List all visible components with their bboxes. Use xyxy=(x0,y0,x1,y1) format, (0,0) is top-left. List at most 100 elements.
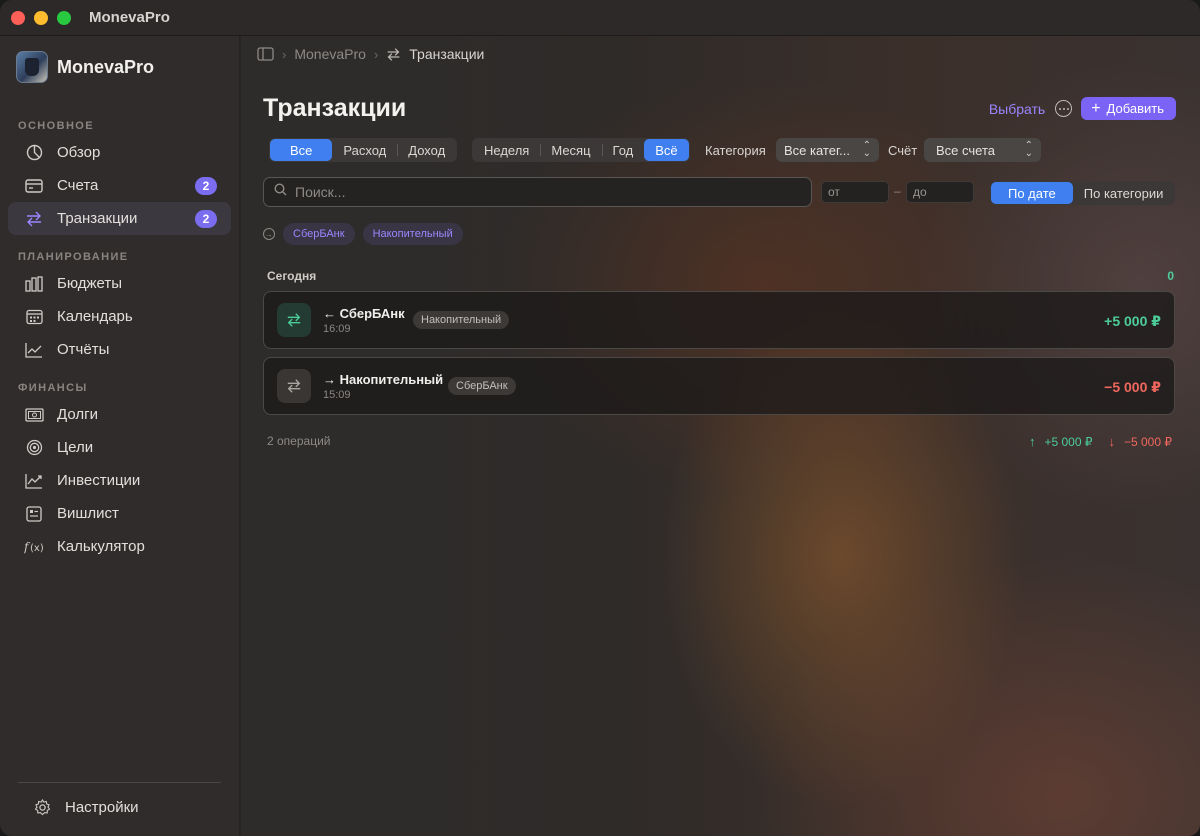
active-filter-chips: → СберБАнк Накопительный xyxy=(263,223,471,245)
sidebar-item-goals[interactable]: Цели xyxy=(8,431,231,464)
category-select[interactable]: Все катег... ⌃ ⌄ xyxy=(776,138,879,162)
arrow-up-icon: ↑ xyxy=(1028,434,1036,449)
brand-name: MonevaPro xyxy=(57,56,155,77)
sidebar-section-title: ОСНОВНОЕ xyxy=(18,120,94,132)
card-icon xyxy=(24,176,44,196)
line-chart-icon xyxy=(24,340,44,360)
segment-month[interactable]: Месяц xyxy=(540,139,601,161)
sidebar-item-label: Инвестиции xyxy=(57,472,141,489)
account-label: Счёт xyxy=(888,143,918,158)
sidebar-item-transactions[interactable]: Транзакции 2 xyxy=(8,202,231,235)
chevron-right-icon: › xyxy=(373,46,379,62)
target-icon xyxy=(24,438,44,458)
transaction-title: → Накопительный xyxy=(323,372,444,387)
sidebar-item-reports[interactable]: Отчёты xyxy=(8,333,231,366)
sidebar-item-overview[interactable]: Обзор xyxy=(8,136,231,169)
segment-income[interactable]: Доход xyxy=(397,139,456,161)
trend-icon xyxy=(24,471,44,491)
filter-chip[interactable]: Накопительный xyxy=(362,223,463,245)
type-filter-segmented: Все Расход Доход xyxy=(269,138,458,162)
search-icon xyxy=(274,183,287,201)
chevron-updown-icon: ⌃ ⌄ xyxy=(1024,140,1033,159)
group-total: 0 xyxy=(1167,269,1174,283)
top-actions: Выбрать + Добавить xyxy=(989,97,1176,120)
expense-total-value: −5 000 ₽ xyxy=(1123,434,1172,449)
sort-by-date[interactable]: По дате xyxy=(991,182,1073,204)
select-button[interactable]: Выбрать xyxy=(989,101,1045,117)
brand: MonevaPro xyxy=(0,36,239,98)
add-transaction-button[interactable]: + Добавить xyxy=(1081,97,1176,120)
transaction-tag: Накопительный xyxy=(413,311,510,329)
sidebar-divider xyxy=(18,782,221,783)
sidebar-item-calendar[interactable]: Календарь xyxy=(8,300,231,333)
transaction-time: 16:09 xyxy=(323,323,351,335)
transaction-title: ← СберБАнк xyxy=(323,306,405,321)
sidebar-toggle-icon[interactable] xyxy=(257,47,274,61)
chart-pie-icon xyxy=(24,143,44,163)
segment-year[interactable]: Год xyxy=(601,139,645,161)
window-controls xyxy=(11,10,71,25)
totals-summary: ↑ +5 000 ₽ ↓ −5 000 ₽ xyxy=(1029,434,1172,449)
breadcrumb: › MonevaPro › Транзакции xyxy=(257,44,484,64)
sidebar-item-budgets[interactable]: Бюджеты xyxy=(8,267,231,300)
sort-by-category[interactable]: По категории xyxy=(1073,182,1175,204)
transaction-amount: +5 000 ₽ xyxy=(1104,313,1161,329)
sidebar-item-investments[interactable]: Инвестиции xyxy=(8,464,231,497)
segment-all-time[interactable]: Всё xyxy=(644,139,689,161)
arrow-right-circle-icon: → xyxy=(263,228,275,240)
sidebar-item-label: Транзакции xyxy=(57,210,138,227)
sidebar-item-settings[interactable]: Настройки xyxy=(16,791,240,824)
sidebar-item-wishlist[interactable]: Вишлист xyxy=(8,497,231,530)
segment-all[interactable]: Все xyxy=(270,139,333,161)
arrow-down-icon: ↓ xyxy=(1108,434,1115,449)
sidebar-item-accounts[interactable]: Счета 2 xyxy=(8,169,231,202)
sidebar-section-title: ПЛАНИРОВАНИЕ xyxy=(18,251,129,263)
transaction-row[interactable]: → Накопительный 15:09 СберБАнк −5 000 ₽ xyxy=(263,357,1175,415)
count-badge: 2 xyxy=(195,210,217,228)
transaction-time: 15:09 xyxy=(323,389,351,401)
breadcrumb-current: Транзакции xyxy=(409,46,485,62)
sidebar: MonevaPro ОСНОВНОЕ Обзор Счета 2 Транзак… xyxy=(0,36,240,836)
svg-text:(x): (x) xyxy=(30,543,44,554)
income-total: ↑ +5 000 ₽ xyxy=(1029,434,1093,449)
operations-count: 2 операций xyxy=(267,434,331,448)
count-badge: 2 xyxy=(195,177,217,195)
gear-icon xyxy=(32,798,52,818)
app-logo xyxy=(16,51,48,83)
transaction-amount: −5 000 ₽ xyxy=(1104,379,1161,395)
more-options-icon[interactable] xyxy=(1055,100,1073,117)
group-title: Сегодня xyxy=(267,269,317,283)
category-label: Категория xyxy=(705,143,766,158)
arrows-exchange-icon xyxy=(386,47,401,62)
chevron-updown-icon: ⌃ ⌄ xyxy=(862,140,871,159)
transaction-row[interactable]: ← СберБАнк 16:09 Накопительный +5 000 ₽ xyxy=(263,291,1175,349)
date-to-field[interactable]: до xyxy=(906,181,974,203)
sidebar-item-label: Счета xyxy=(57,177,99,194)
chevron-right-icon: › xyxy=(282,46,287,62)
expense-total: ↓ −5 000 ₽ xyxy=(1108,434,1172,449)
main-content: › MonevaPro › Транзакции Транзакции Выбр… xyxy=(241,36,1200,836)
close-window-button[interactable] xyxy=(11,10,25,25)
search-field[interactable] xyxy=(263,177,812,207)
calendar-icon xyxy=(24,307,44,327)
minimize-window-button[interactable] xyxy=(34,10,48,25)
sidebar-item-label: Калькулятор xyxy=(57,538,145,555)
sidebar-item-label: Календарь xyxy=(57,308,133,325)
segment-expense[interactable]: Расход xyxy=(332,139,397,161)
sidebar-item-debts[interactable]: Долги xyxy=(8,398,231,431)
sidebar-item-calculator[interactable]: f (x) Калькулятор xyxy=(8,530,231,563)
segment-week[interactable]: Неделя xyxy=(473,139,540,161)
breadcrumb-root[interactable]: MonevaPro xyxy=(294,46,366,62)
income-total-value: +5 000 ₽ xyxy=(1044,434,1093,449)
function-icon: f (x) xyxy=(24,537,44,557)
transaction-tag: СберБАнк xyxy=(448,377,516,395)
account-select[interactable]: Все счета ⌃ ⌄ xyxy=(924,138,1041,162)
list-icon xyxy=(24,504,44,524)
arrows-exchange-icon xyxy=(24,209,44,229)
date-from-field[interactable]: от xyxy=(821,181,889,203)
zoom-window-button[interactable] xyxy=(57,10,71,25)
search-input[interactable] xyxy=(295,184,775,200)
filter-chip[interactable]: СберБАнк xyxy=(283,223,355,245)
sort-segmented: По дате По категории xyxy=(990,181,1176,205)
window-title: MonevaPro xyxy=(89,9,170,26)
